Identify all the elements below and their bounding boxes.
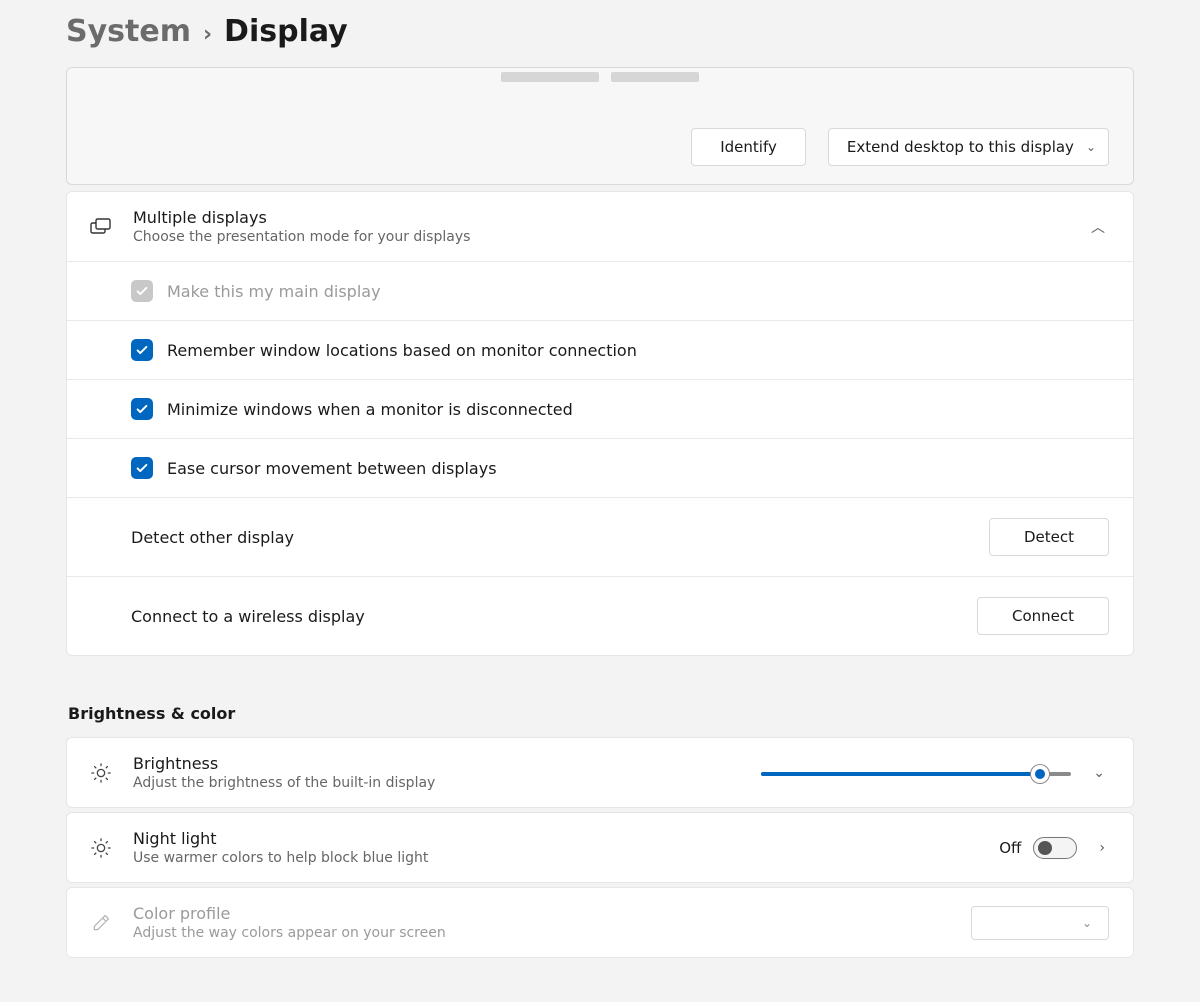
checkbox-label: Remember window locations based on monit…: [167, 341, 1109, 360]
brightness-card[interactable]: Brightness Adjust the brightness of the …: [66, 737, 1134, 808]
chevron-down-icon: ⌄: [1078, 912, 1096, 934]
multi-display-icon: [87, 218, 115, 236]
section-brightness-heading: Brightness & color: [68, 704, 1134, 723]
checkbox-ease-cursor[interactable]: [131, 457, 153, 479]
checkbox-row-main-display: Make this my main display: [67, 262, 1133, 321]
color-profile-title: Color profile: [133, 904, 971, 923]
chevron-up-icon[interactable]: ︿: [1087, 213, 1109, 241]
checkbox-minimize-windows[interactable]: [131, 398, 153, 420]
checkbox-label: Minimize windows when a monitor is disco…: [167, 400, 1109, 419]
night-light-toggle[interactable]: [1033, 837, 1077, 859]
detect-button[interactable]: Detect: [989, 518, 1109, 556]
breadcrumb: System › Display: [66, 14, 1134, 49]
brightness-slider[interactable]: [761, 763, 1071, 783]
brightness-icon: [87, 762, 115, 784]
monitor-thumbnail[interactable]: [611, 72, 699, 82]
multiple-displays-panel: Multiple displays Choose the presentatio…: [66, 191, 1134, 656]
checkbox-remember-windows[interactable]: [131, 339, 153, 361]
checkbox-row-ease-cursor[interactable]: Ease cursor movement between displays: [67, 439, 1133, 498]
chevron-right-icon: ›: [203, 22, 212, 47]
brightness-title: Brightness: [133, 754, 761, 773]
chevron-down-icon[interactable]: ⌄: [1089, 761, 1109, 785]
detect-display-label: Detect other display: [131, 528, 989, 547]
chevron-down-icon: ⌄: [1086, 140, 1096, 154]
eyedropper-icon: [87, 913, 115, 933]
multiple-displays-header[interactable]: Multiple displays Choose the presentatio…: [67, 192, 1133, 262]
display-arrangement-preview[interactable]: [91, 68, 1109, 128]
checkbox-main-display: [131, 280, 153, 302]
brightness-subtitle: Adjust the brightness of the built-in di…: [133, 775, 761, 791]
display-mode-label: Extend desktop to this display: [847, 138, 1074, 156]
connect-button[interactable]: Connect: [977, 597, 1109, 635]
identify-button[interactable]: Identify: [691, 128, 806, 166]
night-light-icon: [87, 837, 115, 859]
checkbox-label: Make this my main display: [167, 282, 1109, 301]
wireless-display-label: Connect to a wireless display: [131, 607, 977, 626]
color-profile-card: Color profile Adjust the way colors appe…: [66, 887, 1134, 958]
checkbox-row-minimize-windows[interactable]: Minimize windows when a monitor is disco…: [67, 380, 1133, 439]
night-light-title: Night light: [133, 829, 999, 848]
multiple-displays-subtitle: Choose the presentation mode for your di…: [133, 229, 1087, 245]
display-mode-dropdown[interactable]: Extend desktop to this display ⌄: [828, 128, 1109, 166]
night-light-subtitle: Use warmer colors to help block blue lig…: [133, 850, 999, 866]
night-light-card[interactable]: Night light Use warmer colors to help bl…: [66, 812, 1134, 883]
breadcrumb-current: Display: [224, 14, 348, 49]
color-profile-subtitle: Adjust the way colors appear on your scr…: [133, 925, 971, 941]
checkbox-row-remember-windows[interactable]: Remember window locations based on monit…: [67, 321, 1133, 380]
breadcrumb-parent[interactable]: System: [66, 14, 191, 49]
checkbox-label: Ease cursor movement between displays: [167, 459, 1109, 478]
detect-display-row: Detect other display Detect: [67, 498, 1133, 577]
night-light-state-label: Off: [999, 839, 1021, 857]
display-arrangement-card: Identify Extend desktop to this display …: [66, 67, 1134, 185]
color-profile-dropdown: ⌄: [971, 906, 1109, 940]
multiple-displays-title: Multiple displays: [133, 208, 1087, 227]
wireless-display-row: Connect to a wireless display Connect: [67, 577, 1133, 655]
chevron-right-icon[interactable]: ›: [1095, 836, 1109, 860]
monitor-thumbnail[interactable]: [501, 72, 599, 82]
